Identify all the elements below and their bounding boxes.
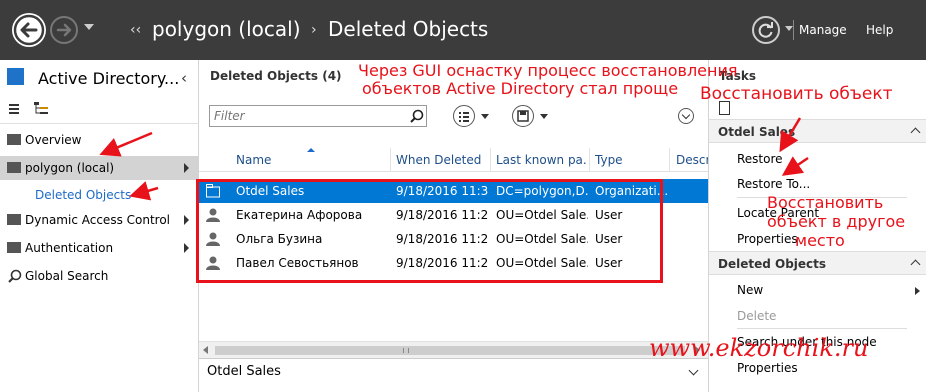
column-type[interactable]: Type <box>595 153 667 167</box>
tree-view-icon[interactable] <box>34 102 48 116</box>
list-options-dropdown-icon[interactable] <box>481 114 489 119</box>
column-description[interactable]: Descri <box>676 153 708 167</box>
task-restore[interactable]: Restore <box>737 152 783 166</box>
manage-menu[interactable]: Manage <box>799 23 847 37</box>
list-view-icon[interactable] <box>9 104 19 114</box>
annotation-heading-line2: объектов Active Directory стал проще <box>362 79 679 98</box>
scroll-left-icon[interactable] <box>203 346 208 354</box>
refresh-button[interactable] <box>752 16 780 44</box>
save-icon <box>517 110 529 122</box>
sort-ascending-icon <box>307 148 315 152</box>
divider <box>737 328 907 329</box>
submenu-arrow-icon <box>915 287 920 295</box>
column-divider[interactable] <box>390 148 391 172</box>
column-divider[interactable] <box>490 148 491 172</box>
forward-arrow-icon <box>56 23 72 37</box>
nav-item-authentication[interactable]: Authentication <box>0 236 199 260</box>
history-dropdown-icon[interactable] <box>84 24 94 30</box>
nav-item-domain[interactable]: polygon (local) <box>0 156 199 180</box>
toolbar-divider <box>793 20 794 40</box>
horizontal-scrollbar[interactable] <box>199 341 708 358</box>
column-divider[interactable] <box>669 148 670 172</box>
back-arrow-icon <box>13 14 45 46</box>
breadcrumb-domain[interactable]: polygon (local) <box>152 17 301 41</box>
breadcrumb-current[interactable]: Deleted Objects <box>328 17 488 41</box>
scrollbar-grip <box>403 348 409 353</box>
save-query-dropdown-icon[interactable] <box>540 114 548 119</box>
nav-item-dynamic-access-control[interactable]: Dynamic Access Control <box>0 208 199 232</box>
annotation-restore-to-line1: Восстановить <box>767 193 884 212</box>
preview-pane: Otdel Sales <box>199 358 708 392</box>
filter-box[interactable] <box>209 105 427 127</box>
column-name[interactable]: Name <box>236 153 386 167</box>
domain-icon <box>7 162 21 173</box>
view-switcher <box>0 96 199 124</box>
breadcrumb-root-chevron-icon[interactable]: ‹‹ <box>130 22 141 38</box>
breadcrumb-chevron-icon: › <box>311 22 317 38</box>
task-delete[interactable]: Delete <box>737 309 776 323</box>
annotation-restore-to-line2: объект в другое <box>767 212 906 231</box>
column-last-known-parent[interactable]: Last known pa... <box>496 153 588 167</box>
expand-arrow-icon[interactable] <box>184 215 189 225</box>
search-icon[interactable] <box>410 109 424 123</box>
collapse-section-icon[interactable] <box>910 127 921 138</box>
nav-item-label: Global Search <box>25 269 109 283</box>
refresh-dropdown-icon[interactable] <box>785 26 793 31</box>
section-label: Deleted Objects <box>718 257 827 271</box>
pane-title: Deleted Objects (4) <box>210 69 342 83</box>
task-restore-to[interactable]: Restore To... <box>737 177 810 191</box>
nav-item-label: Overview <box>25 133 82 147</box>
nav-item-label: Authentication <box>25 241 114 255</box>
tasks-section-object[interactable]: Otdel Sales <box>709 119 926 143</box>
save-query-button[interactable] <box>512 105 534 127</box>
filter-input[interactable] <box>214 108 404 124</box>
search-icon <box>8 269 22 283</box>
refresh-icon <box>758 22 773 38</box>
navigation-header: Active Directory... ‹ <box>0 60 199 96</box>
expand-preview-icon[interactable] <box>688 365 699 376</box>
scrollbar-thumb[interactable] <box>215 346 685 355</box>
task-properties-container[interactable]: Properties <box>737 361 798 375</box>
nav-item-overview[interactable]: Overview <box>0 128 199 152</box>
folder-icon <box>7 214 21 225</box>
overview-icon <box>7 134 21 145</box>
help-menu[interactable]: Help <box>866 23 893 37</box>
column-when-deleted[interactable]: When Deleted <box>396 153 488 167</box>
highlight-box <box>196 179 663 283</box>
grid-header: Name When Deleted Last known pa... Type … <box>199 148 708 172</box>
watermark: www.ekzorchik.ru <box>649 334 869 362</box>
adac-window: ‹‹ polygon (local) › Deleted Objects Man… <box>0 0 926 392</box>
preview-title: Otdel Sales <box>207 364 281 379</box>
nav-item-global-search[interactable]: Global Search <box>0 264 199 288</box>
navigation-pane: Active Directory... ‹ Overview polygon (… <box>0 60 199 392</box>
annotation-restore-to-line3: место <box>795 231 845 250</box>
annotation-restore: Восстановить объект <box>700 84 893 104</box>
back-button[interactable] <box>12 13 46 47</box>
section-label: Otdel Sales <box>718 125 796 139</box>
collapse-section-icon[interactable] <box>910 259 921 270</box>
active-directory-icon <box>7 68 24 85</box>
tasks-section-container[interactable]: Deleted Objects <box>709 251 926 275</box>
nav-item-label: polygon (local) <box>25 161 115 175</box>
title-bar: ‹‹ polygon (local) › Deleted Objects Man… <box>0 0 926 60</box>
task-properties-object[interactable]: Properties <box>737 232 798 246</box>
folder-icon <box>7 242 21 253</box>
nav-item-label: Dynamic Access Control <box>25 213 171 227</box>
expand-arrow-icon[interactable] <box>184 163 189 173</box>
annotation-heading-line1: Через GUI оснастку процесс восстановлени… <box>358 61 738 80</box>
nav-item-deleted-objects[interactable]: Deleted Objects <box>35 188 131 202</box>
navigation-title: Active Directory... <box>38 69 180 88</box>
task-new[interactable]: New <box>737 283 763 297</box>
expand-arrow-icon[interactable] <box>184 243 189 253</box>
collapse-pane-icon[interactable]: ‹ <box>181 69 187 87</box>
forward-button[interactable] <box>50 16 78 44</box>
expand-query-icon[interactable] <box>678 108 694 124</box>
list-options-button[interactable] <box>453 105 475 127</box>
list-icon <box>459 112 469 122</box>
column-divider[interactable] <box>589 148 590 172</box>
